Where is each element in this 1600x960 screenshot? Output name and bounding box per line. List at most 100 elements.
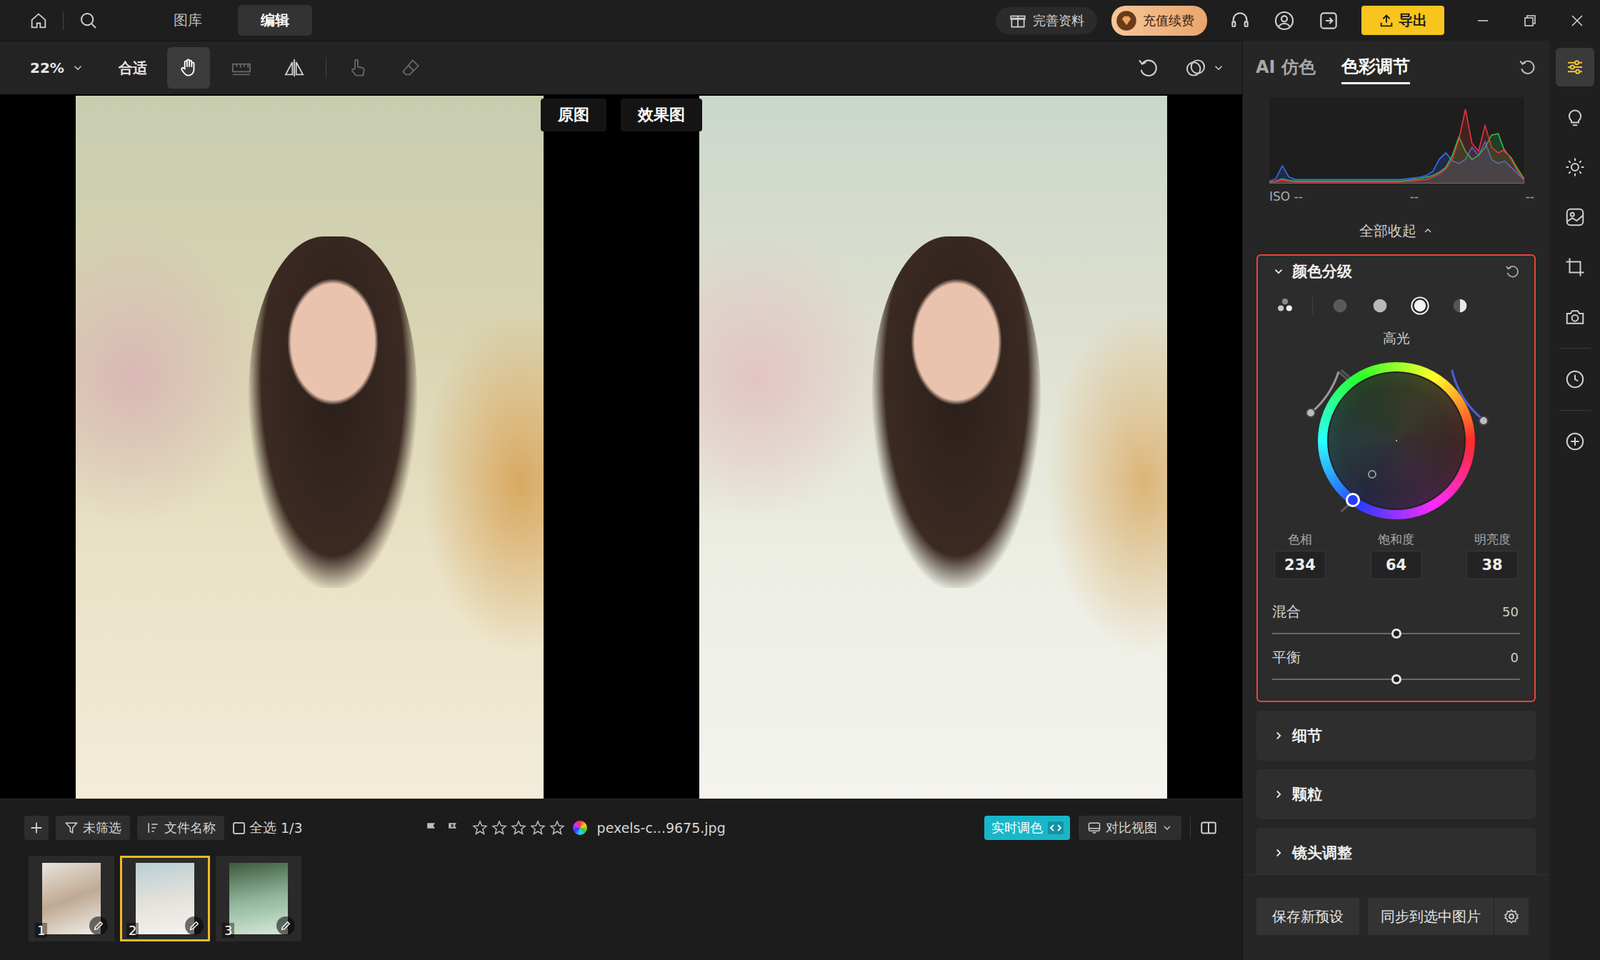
grading-mode[interactable] xyxy=(1272,292,1298,319)
view-mode-select[interactable]: 对比视图 xyxy=(1078,815,1182,840)
export-button[interactable]: 导出 xyxy=(1361,5,1445,35)
collapsed-section[interactable]: 细节 xyxy=(1256,710,1536,761)
tool-button[interactable] xyxy=(167,47,210,89)
pencil-icon xyxy=(92,920,105,932)
image-adjust-icon xyxy=(1564,206,1586,228)
three-wheels-icon xyxy=(1275,295,1295,316)
rail-item[interactable] xyxy=(1555,422,1595,461)
thumbnail[interactable]: 1 xyxy=(28,855,115,942)
exif-readouts: ISO ------ xyxy=(1256,189,1536,211)
chevron-down-icon xyxy=(1161,822,1173,834)
grading-mode[interactable] xyxy=(1407,292,1433,319)
collapsed-section[interactable]: 镜头调整 xyxy=(1256,827,1536,875)
select-all-checkbox[interactable]: 全选 1/3 xyxy=(232,818,303,838)
star-icon[interactable] xyxy=(471,819,489,837)
undo-icon[interactable] xyxy=(1136,56,1160,80)
split-view-icon[interactable] xyxy=(1199,818,1218,838)
history-icon xyxy=(1564,368,1586,390)
collapsed-section[interactable]: 颗粒 xyxy=(1256,769,1536,820)
star-icon[interactable] xyxy=(548,819,566,837)
top-tab[interactable]: 编辑 xyxy=(237,5,313,36)
rail-item[interactable] xyxy=(1555,360,1595,399)
color-wheel[interactable] xyxy=(1307,351,1486,530)
grading-mode[interactable] xyxy=(1447,292,1473,319)
rail-item[interactable] xyxy=(1555,97,1595,137)
rail-item[interactable] xyxy=(1555,147,1595,187)
restore-icon[interactable] xyxy=(1521,12,1539,30)
star-icon[interactable] xyxy=(490,819,508,837)
star-icon[interactable] xyxy=(529,819,547,837)
brightness-handle[interactable] xyxy=(1305,407,1316,418)
rail-item[interactable] xyxy=(1555,247,1595,287)
panel-tab[interactable]: 色彩调节 xyxy=(1341,50,1410,85)
grading-mode[interactable] xyxy=(1367,292,1393,319)
edited-badge xyxy=(276,916,295,935)
touch-icon xyxy=(346,56,370,80)
edited-photo[interactable] xyxy=(699,95,1168,799)
value-input[interactable]: 38 xyxy=(1466,550,1518,580)
color-label-icon[interactable] xyxy=(572,820,588,835)
selection-count: 1/3 xyxy=(280,820,303,836)
grading-mode[interactable] xyxy=(1327,292,1353,319)
sort-button[interactable]: 文件名称 xyxy=(137,815,225,840)
logout-icon[interactable] xyxy=(1317,9,1340,33)
tool-button[interactable] xyxy=(389,47,433,89)
thumbnail-list: 1 2 3 xyxy=(28,855,1218,942)
section-title: 颜色分级 xyxy=(1292,261,1353,282)
saturation-handle[interactable] xyxy=(1367,470,1377,479)
hue-handle[interactable] xyxy=(1345,492,1360,508)
fit-button[interactable]: 合适 xyxy=(118,58,148,78)
slider-thumb[interactable] xyxy=(1391,628,1402,639)
panel-tab[interactable]: AI 仿色 xyxy=(1255,51,1316,83)
value-input[interactable]: 234 xyxy=(1274,550,1326,580)
reset-icon[interactable] xyxy=(1517,57,1537,77)
headset-icon[interactable] xyxy=(1228,9,1252,33)
star-icon[interactable] xyxy=(510,819,528,837)
grading-values: 色相 234饱和度 64明亮度 38 xyxy=(1272,531,1520,580)
flag-icon[interactable] xyxy=(424,820,439,835)
sync-button[interactable]: 同步到选中图片 xyxy=(1367,897,1494,935)
home-icon[interactable] xyxy=(28,10,49,31)
top-tab[interactable]: 图库 xyxy=(150,5,225,36)
exif-readout: -- xyxy=(1525,189,1535,211)
sync-settings-button[interactable] xyxy=(1494,897,1529,935)
tool-button[interactable] xyxy=(220,47,263,89)
add-button[interactable] xyxy=(24,815,49,840)
select-all-label: 全选 xyxy=(249,818,277,838)
realtime-toggle[interactable]: 实时调色 xyxy=(984,815,1070,840)
reset-icon[interactable] xyxy=(1504,263,1520,280)
slider-track[interactable] xyxy=(1272,625,1520,643)
collapse-all-button[interactable]: 全部收起 xyxy=(1256,216,1536,245)
top-left: 图库编辑 xyxy=(28,5,313,36)
reject-flag-icon[interactable] xyxy=(445,820,460,835)
search-icon[interactable] xyxy=(77,10,100,32)
star-rating[interactable] xyxy=(471,819,566,837)
save-preset-button[interactable]: 保存新预设 xyxy=(1256,897,1360,935)
tool-button[interactable] xyxy=(272,47,316,89)
slider-thumb[interactable] xyxy=(1391,674,1402,685)
rail-item[interactable] xyxy=(1555,47,1595,87)
close-icon[interactable] xyxy=(1568,12,1586,30)
value-input[interactable]: 64 xyxy=(1370,550,1423,580)
rail-item[interactable] xyxy=(1555,197,1595,237)
user-icon[interactable] xyxy=(1272,9,1296,33)
thumbnail[interactable]: 3 xyxy=(215,855,302,942)
minimize-icon[interactable] xyxy=(1474,12,1492,30)
recharge-button[interactable]: 充值续费 xyxy=(1111,5,1208,36)
section-header[interactable]: 颜色分级 xyxy=(1272,255,1520,288)
brightness-handle[interactable] xyxy=(1478,415,1489,426)
top-right: 完善资料 充值续费 导出 xyxy=(995,5,1586,36)
panel-scroll: ISO ------ 全部收起 颜色分级 高光 色相 234饱和度 64明亮度 … xyxy=(1242,93,1550,875)
compare-mode-select[interactable] xyxy=(1183,55,1225,80)
toolbar: 22% 合适 xyxy=(0,40,1243,95)
profile-button[interactable]: 完善资料 xyxy=(995,7,1098,35)
filter-button[interactable]: 未筛选 xyxy=(55,815,130,840)
thumbnail-number: 2 xyxy=(126,922,139,938)
tool-button[interactable] xyxy=(336,47,380,89)
zoom-select[interactable]: 22% xyxy=(30,59,85,77)
rail-item[interactable] xyxy=(1555,297,1595,337)
thumbnail[interactable]: 2 xyxy=(120,855,210,942)
slider-track[interactable] xyxy=(1272,670,1520,688)
grading-modes xyxy=(1272,291,1520,320)
original-photo[interactable] xyxy=(75,95,544,799)
